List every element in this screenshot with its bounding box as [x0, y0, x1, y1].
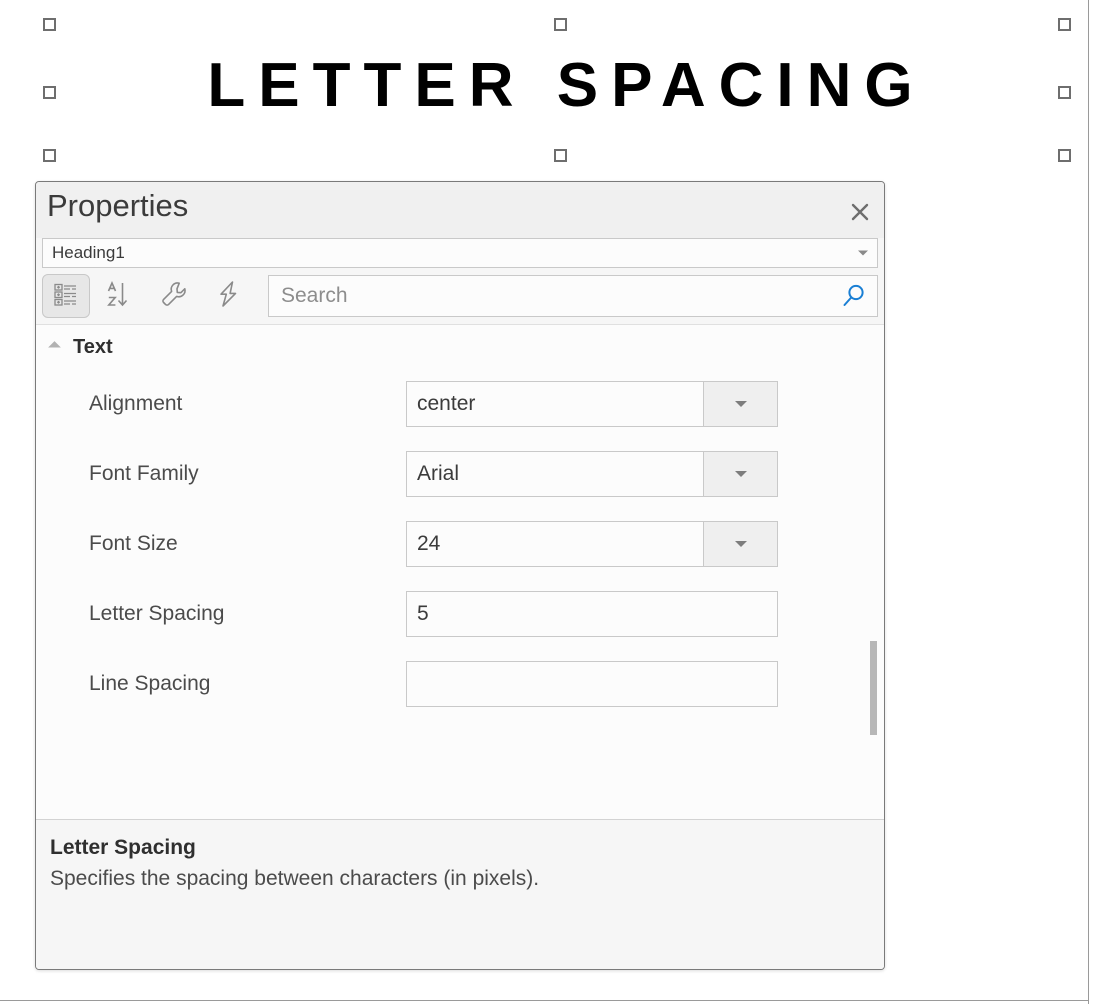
- selected-heading-text[interactable]: LETTER SPACING: [56, 24, 1064, 148]
- collapse-triangle-icon[interactable]: [48, 340, 61, 354]
- categorized-view-button[interactable]: [42, 274, 90, 318]
- panel-toolbar: Search: [36, 268, 884, 324]
- property-label-font-size: Font Size: [89, 532, 178, 555]
- object-selector-value: Heading1: [52, 243, 125, 262]
- letter-spacing-field[interactable]: 5: [406, 591, 778, 637]
- lightning-bolt-icon: [213, 279, 243, 314]
- property-control-line-spacing: [406, 661, 778, 707]
- page-title: Properties: [47, 188, 189, 223]
- properties-button[interactable]: [150, 274, 198, 318]
- property-row-line-spacing: Line Spacing: [36, 649, 884, 719]
- page-border-right: [1088, 0, 1089, 1004]
- property-control-font-family: Arial: [406, 451, 778, 497]
- property-label-line-spacing: Line Spacing: [89, 672, 211, 695]
- alignment-field[interactable]: center: [406, 381, 704, 427]
- font-size-field[interactable]: 24: [406, 521, 704, 567]
- handle-middle-right[interactable]: [1058, 86, 1071, 99]
- wrench-icon: [159, 279, 189, 314]
- alignment-dropdown-button[interactable]: [704, 381, 778, 427]
- chevron-down-icon: [858, 250, 868, 256]
- search-input[interactable]: Search: [268, 275, 878, 317]
- property-label-font-family: Font Family: [89, 462, 199, 485]
- design-canvas[interactable]: LETTER SPACING Properties Heading1 Searc…: [0, 0, 1106, 1004]
- property-control-font-size: 24: [406, 521, 778, 567]
- handle-bottom-left[interactable]: [43, 149, 56, 162]
- property-description-pane: Letter Spacing Specifies the spacing bet…: [36, 819, 884, 969]
- handle-middle-left[interactable]: [43, 86, 56, 99]
- property-row-font-size: Font Size 24: [36, 509, 884, 579]
- chevron-down-icon: [734, 401, 747, 407]
- handle-top-left[interactable]: [43, 18, 56, 31]
- alphabetical-sort-button[interactable]: [96, 274, 144, 318]
- search-icon[interactable]: [841, 283, 867, 309]
- page-border-bottom: [0, 1000, 1088, 1001]
- property-row-font-family: Font Family Arial: [36, 439, 884, 509]
- handle-top-center[interactable]: [554, 18, 567, 31]
- panel-titlebar: Properties: [36, 182, 884, 238]
- font-family-dropdown-button[interactable]: [704, 451, 778, 497]
- font-size-dropdown-button[interactable]: [704, 521, 778, 567]
- search-placeholder: Search: [281, 284, 348, 307]
- chevron-down-icon: [734, 471, 747, 477]
- categorized-list-icon: [52, 280, 80, 313]
- property-group-label: Text: [73, 335, 113, 358]
- property-row-alignment: Alignment center: [36, 369, 884, 439]
- object-selector-combobox[interactable]: Heading1: [42, 238, 878, 268]
- property-row-letter-spacing: Letter Spacing 5: [36, 579, 884, 649]
- description-title: Letter Spacing: [50, 836, 196, 859]
- chevron-down-icon: [734, 541, 747, 547]
- property-label-alignment: Alignment: [89, 392, 183, 415]
- handle-top-right[interactable]: [1058, 18, 1071, 31]
- font-family-field[interactable]: Arial: [406, 451, 704, 497]
- property-group-text[interactable]: Text: [36, 325, 884, 369]
- scrollbar-thumb[interactable]: [870, 641, 877, 736]
- handle-bottom-center[interactable]: [554, 149, 567, 162]
- properties-panel: Properties Heading1 Search Text Alignmen…: [35, 181, 885, 970]
- description-body: Specifies the spacing between characters…: [50, 867, 540, 890]
- events-button[interactable]: [204, 274, 252, 318]
- property-list-scrollbar[interactable]: [870, 325, 877, 819]
- property-label-letter-spacing: Letter Spacing: [89, 602, 225, 625]
- property-list: Text Alignment center Font Family Arial: [36, 324, 884, 819]
- property-control-letter-spacing: 5: [406, 591, 778, 637]
- handle-bottom-right[interactable]: [1058, 149, 1071, 162]
- close-icon[interactable]: [848, 200, 872, 224]
- sort-a-z-icon: [105, 279, 135, 314]
- line-spacing-field[interactable]: [406, 661, 778, 707]
- property-control-alignment: center: [406, 381, 778, 427]
